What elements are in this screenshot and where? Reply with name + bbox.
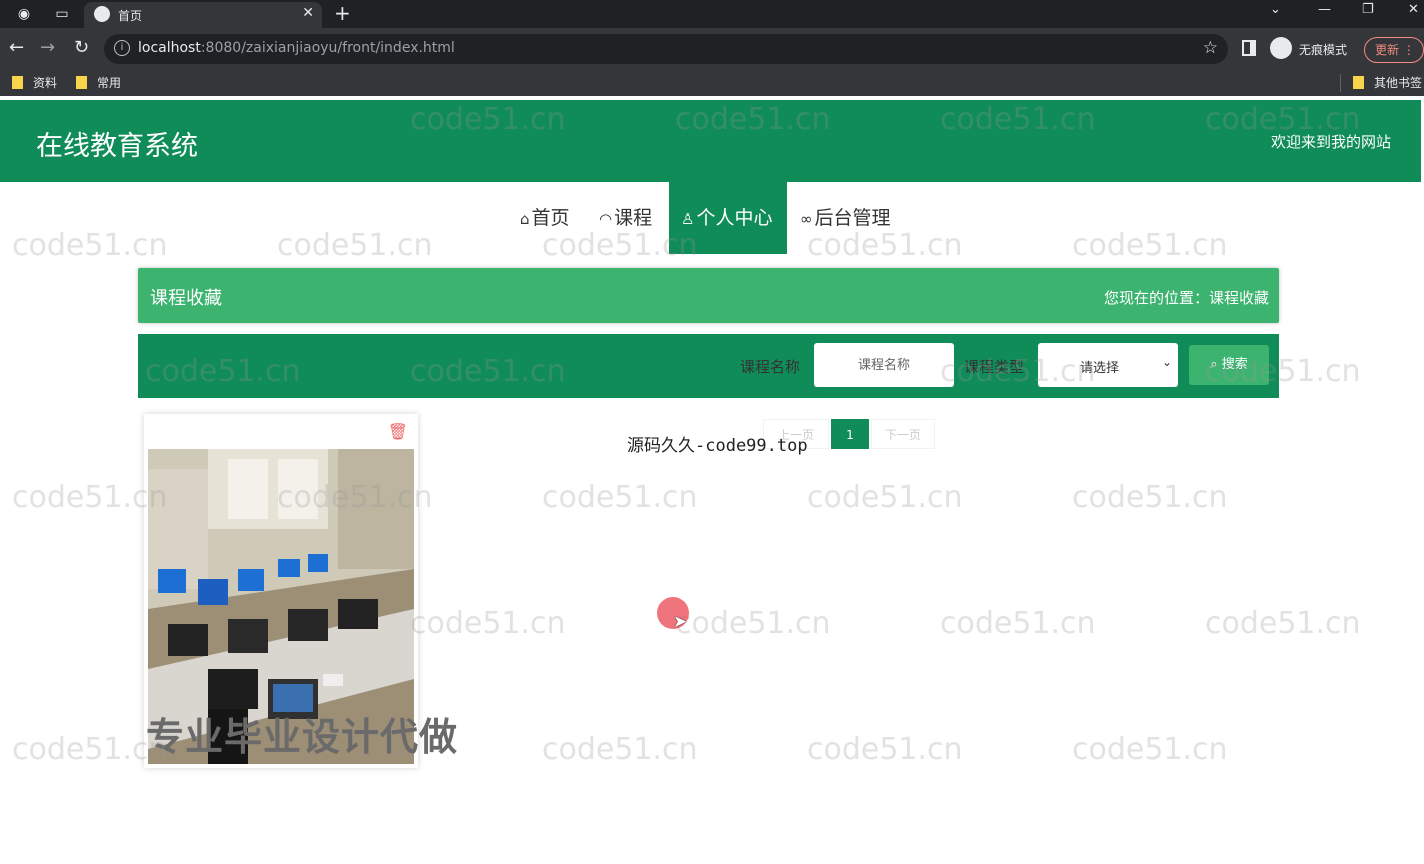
search-button[interactable]: ⌕ 搜索 bbox=[1189, 345, 1269, 385]
bookmarks-bar: 资料 常用 其他书签 bbox=[0, 70, 1424, 96]
watermark: code51.cn bbox=[940, 606, 1096, 641]
site-header: 在线教育系统 欢迎来到我的网站 bbox=[0, 100, 1421, 182]
search-icon: ⌕ bbox=[1210, 357, 1218, 372]
bookmark-folder-changyong[interactable]: 常用 bbox=[76, 74, 121, 91]
site-title: 在线教育系统 bbox=[36, 131, 198, 162]
user-icon: ♙ bbox=[681, 210, 695, 228]
tab-list-chevron-icon[interactable]: ⌄ bbox=[1270, 2, 1281, 17]
minimize-window-icon[interactable]: — bbox=[1318, 2, 1331, 17]
search-bar: 课程名称 课程类型 请选择 ⌄ ⌕ 搜索 bbox=[138, 334, 1279, 398]
course-name-label: 课程名称 bbox=[740, 358, 801, 376]
page-title: 课程收藏 bbox=[150, 288, 222, 309]
side-panel-icon[interactable] bbox=[1242, 40, 1256, 56]
info-icon[interactable]: i bbox=[114, 40, 130, 56]
source-watermark-text: 源码久久-code99.top bbox=[627, 436, 808, 456]
folder-icon bbox=[1353, 76, 1364, 89]
dashboard-icon: ◠ bbox=[599, 210, 613, 228]
reload-icon[interactable]: ↻ bbox=[74, 37, 89, 58]
browser-toolbar: ← → ↻ i localhost:8080/zaixianjiaoyu/fro… bbox=[0, 28, 1424, 70]
folder-icon bbox=[12, 76, 23, 89]
welcome-text: 欢迎来到我的网站 bbox=[1270, 133, 1391, 151]
folder-icon bbox=[76, 76, 87, 89]
url-text[interactable]: localhost:8080/zaixianjiaoyu/front/index… bbox=[138, 40, 455, 56]
course-type-label: 课程类型 bbox=[964, 358, 1025, 376]
browser-tab-home[interactable]: 首页 ✕ bbox=[84, 2, 322, 28]
nav-item-home[interactable]: ⌂ 首页 bbox=[520, 182, 570, 254]
promo-overlay-text: 专业毕业设计代做 bbox=[146, 715, 459, 759]
address-bar[interactable]: i localhost:8080/zaixianjiaoyu/front/ind… bbox=[104, 34, 1228, 64]
restore-window-icon[interactable]: ❐ bbox=[1362, 2, 1374, 17]
watermark: code51.cn bbox=[542, 480, 698, 515]
chevron-down-icon: ⌄ bbox=[1161, 355, 1172, 369]
tab-title: 首页 bbox=[118, 9, 143, 23]
incognito-label: 无痕模式 bbox=[1299, 43, 1348, 57]
nav-item-courses[interactable]: ◠ 课程 bbox=[599, 182, 652, 254]
course-name-input[interactable] bbox=[814, 343, 954, 387]
watermark: code51.cn bbox=[675, 606, 831, 641]
breadcrumb: 您现在的位置：课程收藏 bbox=[1103, 289, 1269, 307]
watermark: code51.cn bbox=[542, 732, 698, 767]
main-nav: ⌂ 首页 ◠ 课程 ♙ 个人中心 ∞ 后台管理 bbox=[0, 182, 1424, 254]
globe-icon bbox=[94, 6, 110, 22]
bookmark-folder-ziliao[interactable]: 资料 bbox=[12, 74, 57, 91]
back-arrow-icon[interactable]: ← bbox=[9, 37, 24, 58]
breadcrumb-bar: 课程收藏 您现在的位置：课程收藏 bbox=[138, 268, 1279, 323]
trash-icon[interactable]: 🗑 bbox=[388, 422, 408, 441]
page-number-1[interactable]: 1 bbox=[831, 419, 869, 449]
new-tab-icon[interactable]: + bbox=[334, 1, 351, 25]
update-button[interactable]: 更新 ⋮ bbox=[1364, 37, 1424, 63]
tab-search-icon[interactable]: ▭ bbox=[52, 4, 72, 24]
home-icon: ⌂ bbox=[520, 210, 530, 228]
link-icon: ∞ bbox=[800, 210, 813, 228]
next-page-button[interactable]: 下一页 bbox=[871, 419, 935, 449]
close-window-icon[interactable]: ✕ bbox=[1408, 2, 1419, 17]
forward-arrow-icon[interactable]: → bbox=[40, 37, 55, 58]
course-type-select[interactable]: 请选择 ⌄ bbox=[1038, 343, 1178, 387]
bookmarks-divider bbox=[1340, 74, 1341, 92]
watermark: code51.cn bbox=[807, 480, 963, 515]
nav-item-admin[interactable]: ∞ 后台管理 bbox=[800, 182, 891, 254]
watermark: code51.cn bbox=[1072, 732, 1228, 767]
watermark: code51.cn bbox=[807, 732, 963, 767]
watermark: code51.cn bbox=[1205, 606, 1361, 641]
browser-tab-strip: ◉ ▭ 首页 ✕ + ⌄ — ❐ ✕ bbox=[0, 0, 1424, 28]
other-bookmarks[interactable]: 其他书签 bbox=[1353, 74, 1422, 91]
watermark: code51.cn bbox=[1072, 480, 1228, 515]
course-type-selected: 请选择 bbox=[1080, 361, 1120, 376]
close-tab-icon[interactable]: ✕ bbox=[302, 5, 314, 21]
watermark: code51.cn bbox=[410, 606, 566, 641]
bookmark-star-icon[interactable]: ☆ bbox=[1203, 38, 1218, 58]
incognito-icon[interactable] bbox=[1270, 37, 1292, 59]
mouse-pointer-icon: ➤ bbox=[673, 612, 688, 632]
nav-item-personal-center[interactable]: ♙ 个人中心 bbox=[669, 182, 787, 254]
chrome-menu-icon[interactable]: ◉ bbox=[14, 4, 34, 24]
